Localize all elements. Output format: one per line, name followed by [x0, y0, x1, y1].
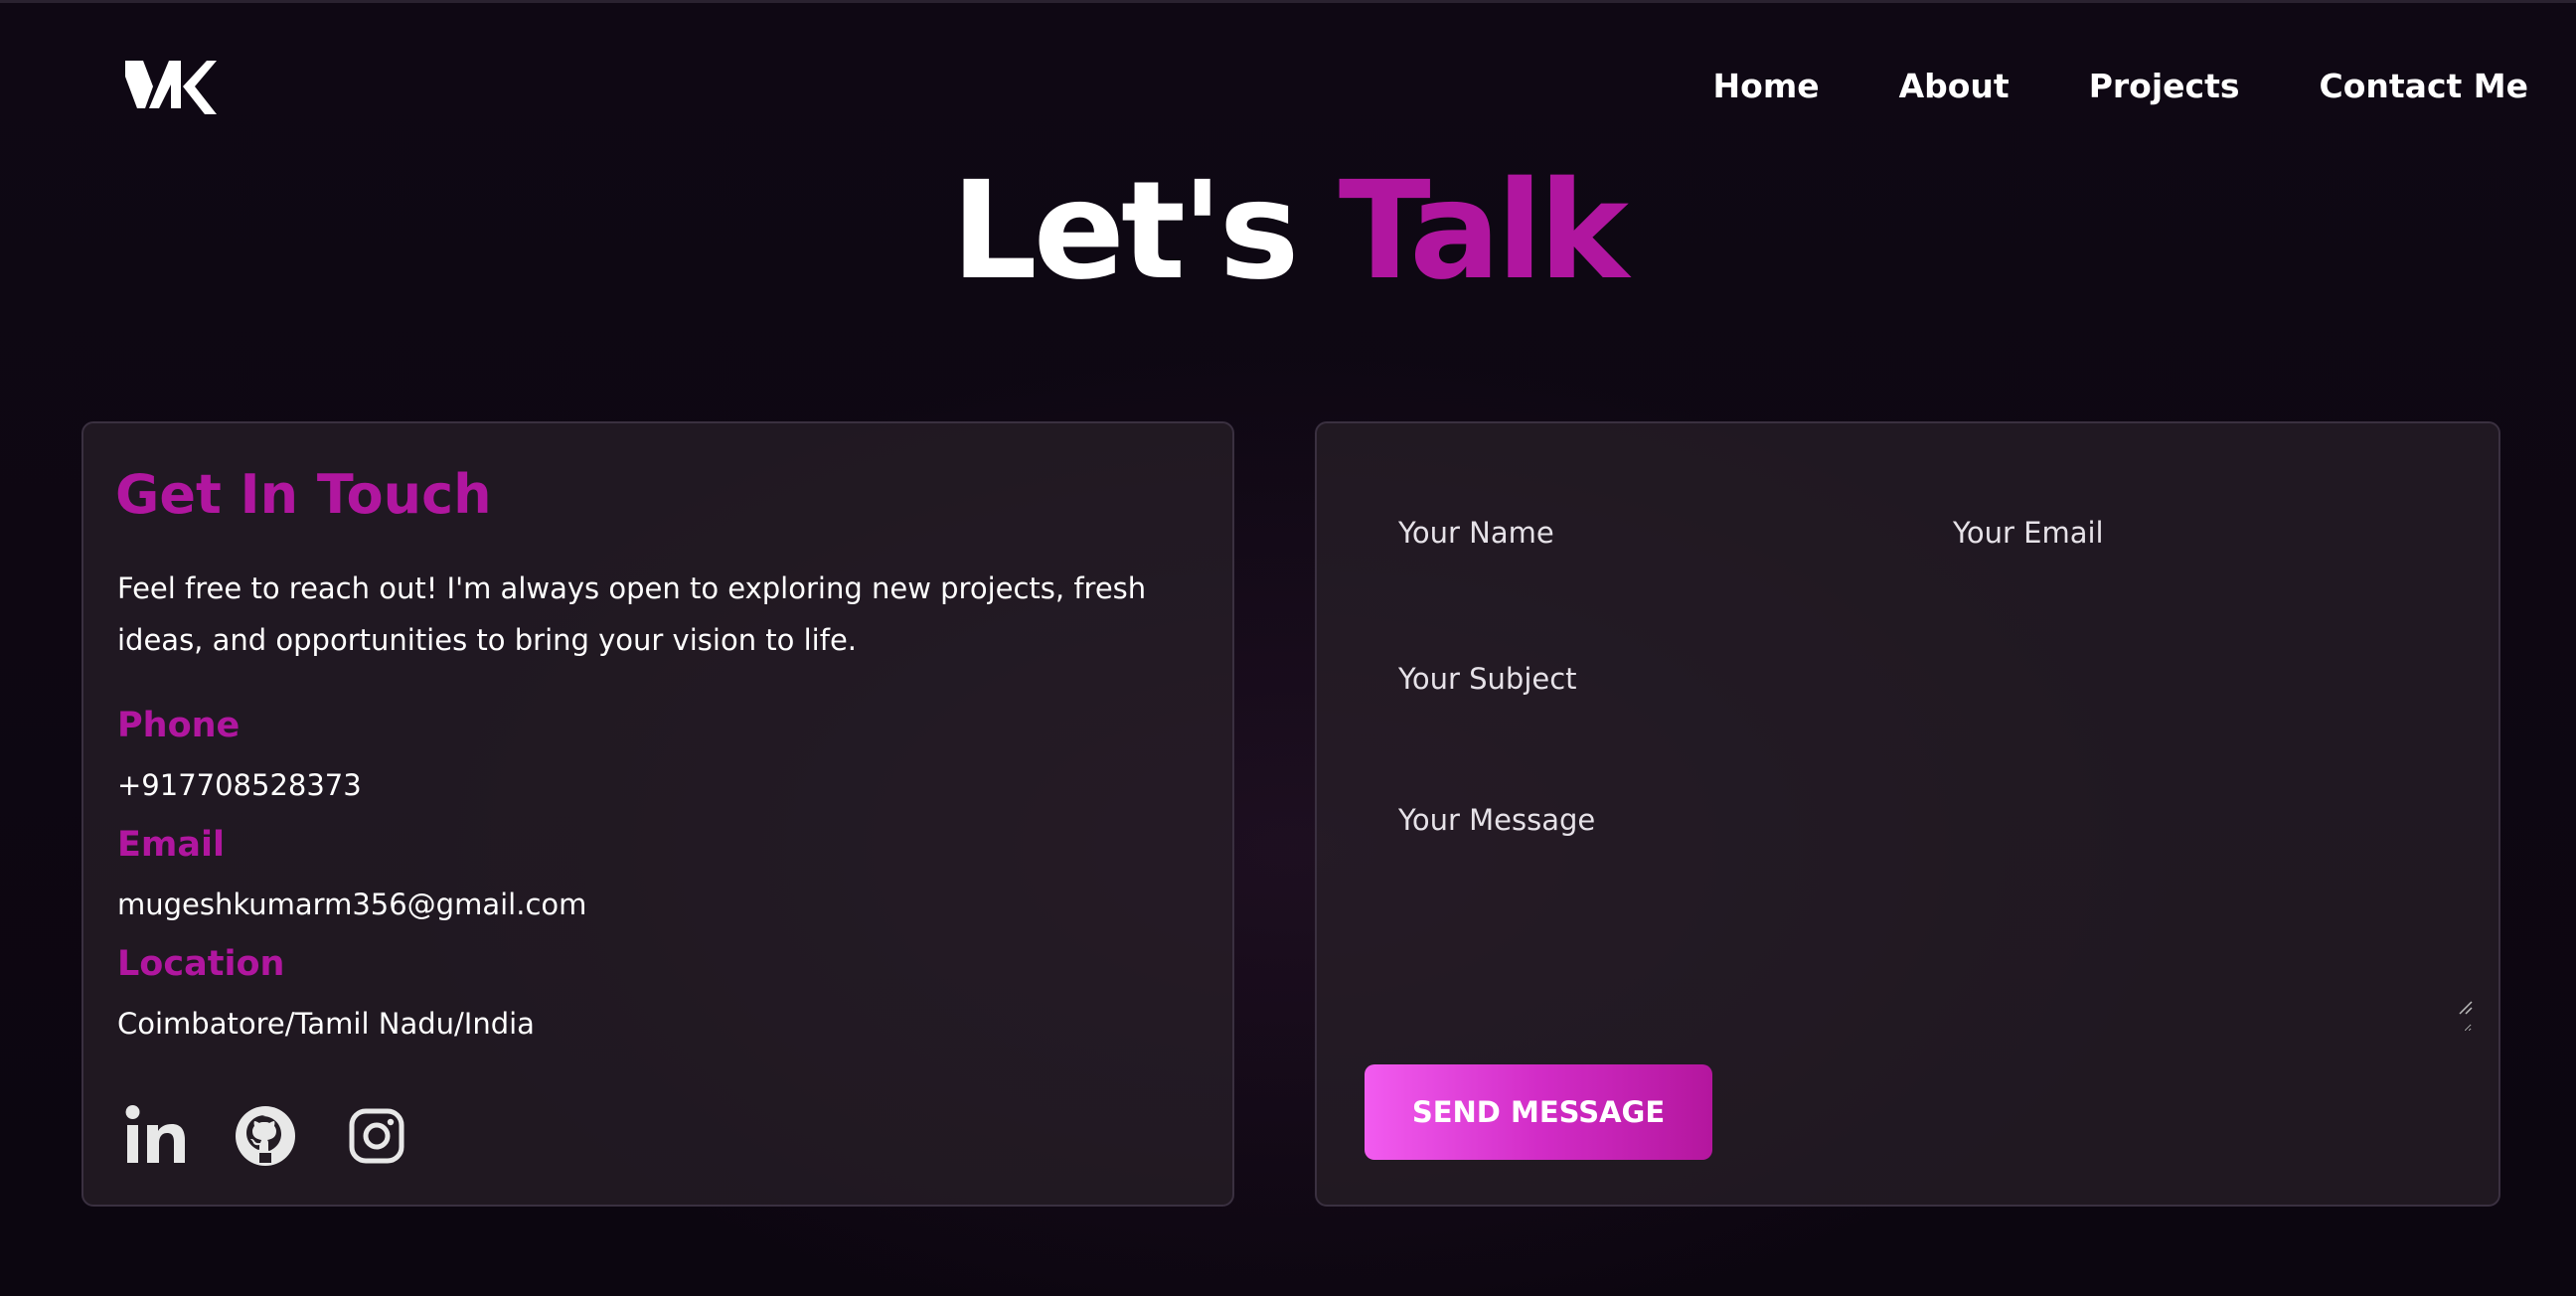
- intro-text: Feel free to reach out! I'm always open …: [117, 571, 1147, 657]
- email-value: mugeshkumarm356@gmail.com: [117, 888, 587, 921]
- resize-grip-icon[interactable]: [2458, 1000, 2474, 1016]
- send-message-button[interactable]: SEND MESSAGE: [1365, 1064, 1712, 1160]
- main-nav: Home About Projects Contact Me: [1713, 67, 2528, 105]
- location-value: Coimbatore/Tamil Nadu/India: [117, 1007, 535, 1041]
- nav-projects[interactable]: Projects: [2089, 67, 2240, 105]
- phone-label: Phone: [117, 706, 241, 745]
- get-in-touch-heading: Get In Touch: [115, 463, 492, 526]
- instagram-icon[interactable]: [342, 1101, 411, 1171]
- page-title: Let's Talk: [0, 152, 2576, 311]
- message-textarea[interactable]: [1398, 803, 2472, 1032]
- github-icon[interactable]: [231, 1101, 300, 1171]
- logo-icon[interactable]: [123, 57, 217, 118]
- contact-page: Home About Projects Contact Me Let's Tal…: [0, 0, 2576, 1296]
- email-label: Email: [117, 825, 225, 865]
- title-part1: Let's: [951, 153, 1299, 310]
- location-label: Location: [117, 944, 285, 984]
- nav-about[interactable]: About: [1899, 67, 2010, 105]
- subject-input[interactable]: [1398, 654, 2452, 704]
- contact-form-card: SEND MESSAGE: [1315, 421, 2500, 1207]
- linkedin-icon[interactable]: [119, 1101, 189, 1171]
- title-part2: Talk: [1338, 153, 1629, 310]
- email-input[interactable]: [1953, 508, 2450, 558]
- nav-contact[interactable]: Contact Me: [2320, 67, 2528, 105]
- nav-home[interactable]: Home: [1713, 67, 1820, 105]
- name-input[interactable]: [1398, 508, 1895, 558]
- contact-info-card: Get In Touch Feel free to reach out! I'm…: [81, 421, 1234, 1207]
- phone-value: +917708528373: [117, 768, 362, 802]
